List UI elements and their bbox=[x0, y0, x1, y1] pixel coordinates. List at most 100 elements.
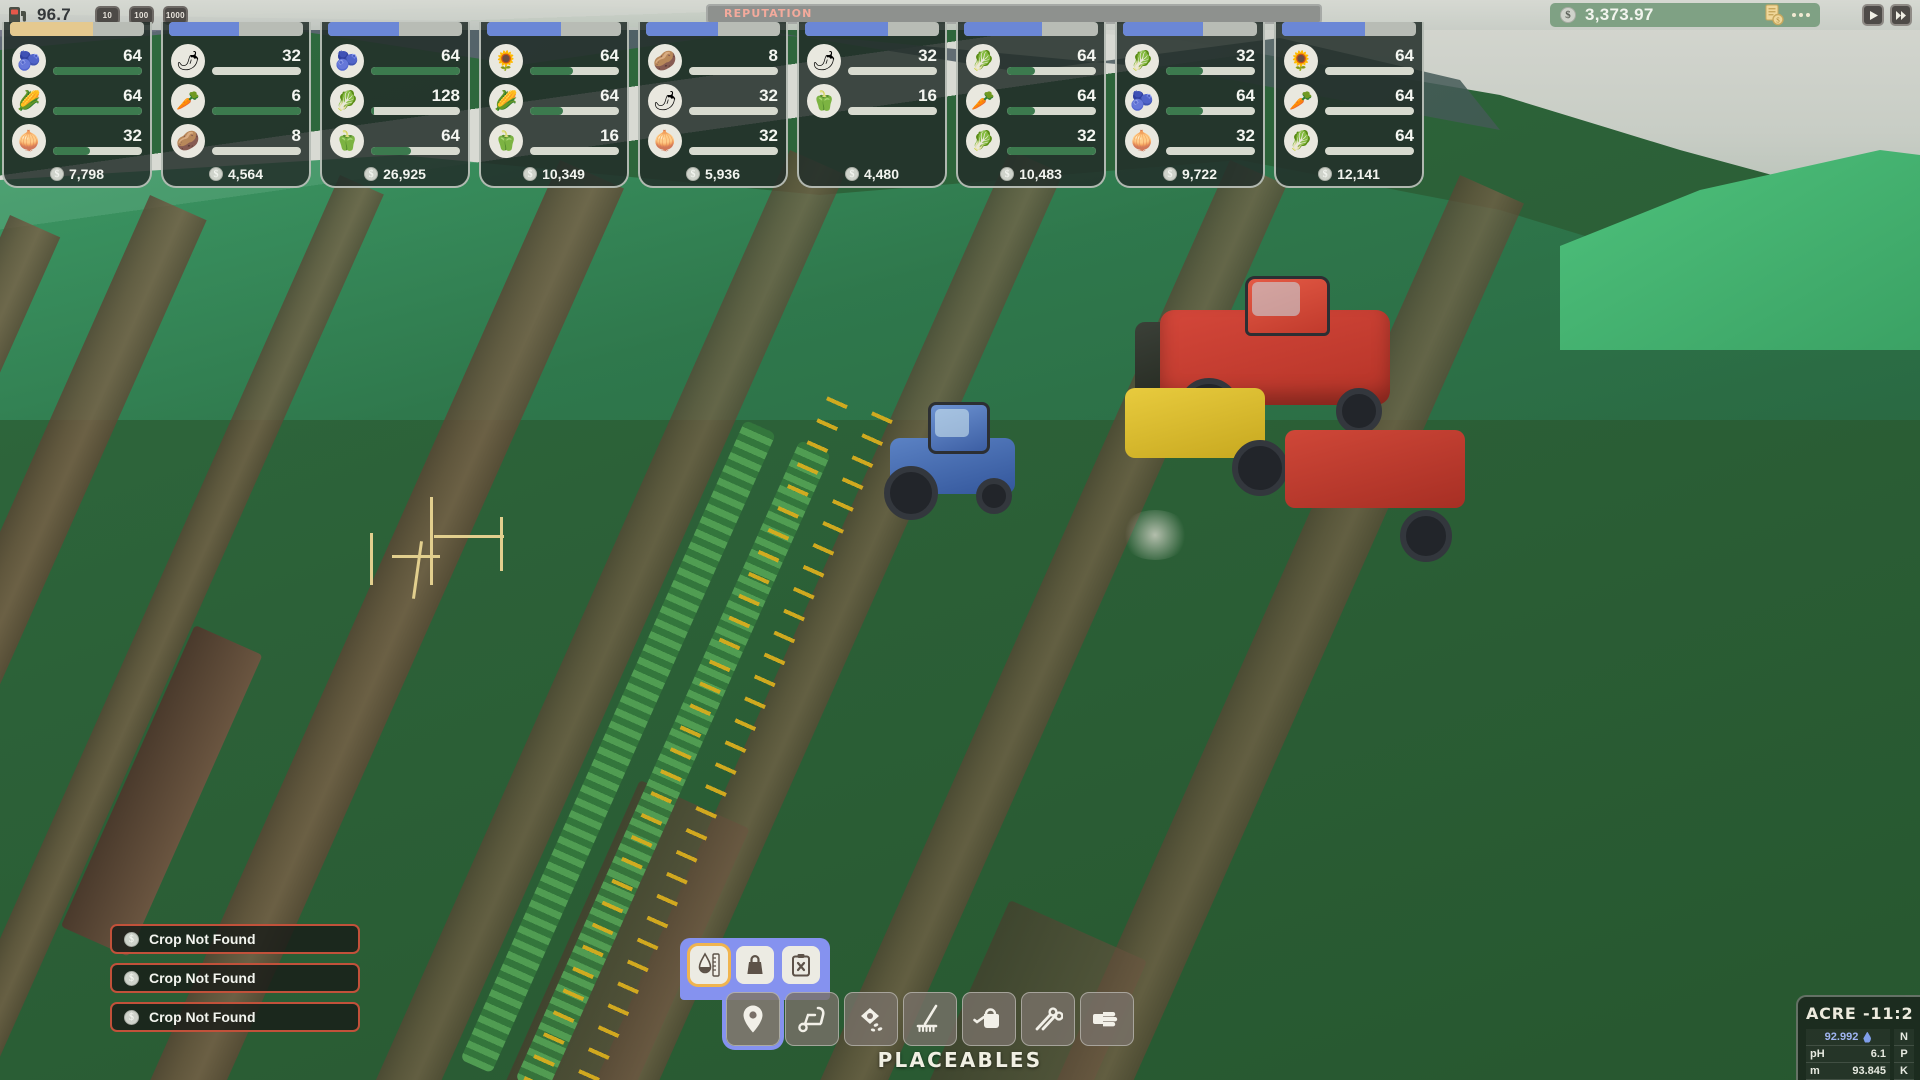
crop-row[interactable]: 🫑 16 bbox=[807, 84, 937, 118]
crop-card[interactable]: 🥬 32 🫐 64 🧅 32 $9,722 bbox=[1115, 22, 1265, 188]
coin-icon: $ bbox=[1560, 7, 1576, 23]
seed-bag-icon[interactable] bbox=[844, 992, 898, 1046]
crop-card-price: $7,798 bbox=[12, 164, 142, 182]
acre-water-cell: 92.992 bbox=[1806, 1029, 1890, 1046]
onion-icon: 🧅 bbox=[12, 124, 46, 158]
crop-card[interactable]: 🥔 8 🌶 32 🧅 32 $5,936 bbox=[638, 22, 788, 188]
crop-row[interactable]: 🥔 8 bbox=[648, 44, 778, 78]
subtool-panel bbox=[680, 938, 830, 1000]
crop-row[interactable]: 🥬 64 bbox=[1284, 124, 1414, 158]
crop-card-price-value: 10,483 bbox=[1019, 166, 1062, 182]
crop-card[interactable]: 🫐 64 🌽 64 🧅 32 $7,798 bbox=[2, 22, 152, 188]
acre-info-panel: ACRE -11:2 92.992 pH 6.1 m 93.845 N P K bbox=[1796, 995, 1920, 1080]
crop-quantity: 64 bbox=[1236, 86, 1255, 105]
acre-npk-k: K bbox=[1894, 1063, 1914, 1080]
crop-row[interactable]: 🫐 64 bbox=[1125, 84, 1255, 118]
crop-quantity: 6 bbox=[291, 86, 301, 105]
toolbar-title: PLACEABLES bbox=[877, 1048, 1043, 1072]
crop-quantity: 64 bbox=[1077, 86, 1096, 105]
notification-toast[interactable]: $ Crop Not Found bbox=[110, 1002, 360, 1032]
crop-quantity: 32 bbox=[123, 126, 142, 145]
watering-can-icon[interactable] bbox=[962, 992, 1016, 1046]
crop-row[interactable]: 🌶 32 bbox=[171, 44, 301, 78]
acre-title: ACRE -11:2 bbox=[1806, 1004, 1914, 1023]
crop-progress-bar bbox=[1007, 107, 1096, 115]
crop-row[interactable]: 🥕 6 bbox=[171, 84, 301, 118]
crop-quantity: 32 bbox=[1077, 126, 1096, 145]
coin-icon: $ bbox=[1318, 167, 1333, 181]
crop-row[interactable]: 🥕 64 bbox=[1284, 84, 1414, 118]
sunflower-icon: 🌻 bbox=[489, 44, 523, 78]
acre-npk-n: N bbox=[1894, 1029, 1914, 1046]
crop-progress-bar bbox=[212, 67, 301, 75]
crop-card-price: $12,141 bbox=[1284, 164, 1414, 182]
crop-progress-bar bbox=[1007, 147, 1096, 155]
red-pepper-icon: 🫑 bbox=[807, 84, 841, 118]
tool-button-row bbox=[726, 992, 1134, 1046]
crop-row[interactable]: 🌶 32 bbox=[807, 44, 937, 78]
crop-quantity: 32 bbox=[1236, 126, 1255, 145]
yellow-pepper-icon: 🫑 bbox=[330, 124, 364, 158]
cabbage-icon: 🥬 bbox=[966, 44, 1000, 78]
crop-card-price-value: 10,349 bbox=[542, 166, 585, 182]
crop-row[interactable]: 🌻 64 bbox=[1284, 44, 1414, 78]
notification-text: Crop Not Found bbox=[149, 1009, 256, 1025]
crop-row[interactable]: 🫐 64 bbox=[330, 44, 460, 78]
crop-row[interactable]: 🌶 32 bbox=[648, 84, 778, 118]
crop-row[interactable]: 🫑 16 bbox=[489, 124, 619, 158]
crop-row[interactable]: 🥕 64 bbox=[966, 84, 1096, 118]
acre-ph-label: pH bbox=[1810, 1048, 1825, 1060]
red-pepper-icon: 🫑 bbox=[489, 124, 523, 158]
crop-progress-bar bbox=[689, 67, 778, 75]
crop-row[interactable]: 🫐 64 bbox=[12, 44, 142, 78]
beet-icon: 🫐 bbox=[12, 44, 46, 78]
crop-card[interactable]: 🌻 64 🌽 64 🫑 16 $10,349 bbox=[479, 22, 629, 188]
crop-row[interactable]: 🥔 8 bbox=[171, 124, 301, 158]
crop-row[interactable]: 🌻 64 bbox=[489, 44, 619, 78]
bag-icon[interactable] bbox=[736, 946, 774, 984]
pruning-shears-icon[interactable] bbox=[1021, 992, 1075, 1046]
crop-card-price-value: 4,480 bbox=[863, 166, 900, 182]
crop-card-price-value: 4,564 bbox=[227, 166, 264, 182]
crop-row[interactable]: 🥬 32 bbox=[1125, 44, 1255, 78]
crop-card[interactable]: 🌶 32 🥕 6 🥔 8 $4,564 bbox=[161, 22, 311, 188]
crop-row[interactable]: 🌽 64 bbox=[489, 84, 619, 118]
crop-card[interactable]: 🌻 64 🥕 64 🥬 64 $12,141 bbox=[1274, 22, 1424, 188]
plow-icon[interactable] bbox=[785, 992, 839, 1046]
crop-row[interactable]: 🥬 32 bbox=[966, 124, 1096, 158]
crop-row[interactable]: 🥬 64 bbox=[966, 44, 1096, 78]
crop-card[interactable]: 🌶 32 🫑 16 $4,480 bbox=[797, 22, 947, 188]
rake-icon[interactable] bbox=[903, 992, 957, 1046]
soil-sample-icon[interactable] bbox=[690, 946, 728, 984]
money-display[interactable]: $ 3,373.97 $ bbox=[1550, 3, 1820, 27]
play-icon[interactable] bbox=[1862, 4, 1884, 26]
potato-icon: 🥔 bbox=[171, 124, 205, 158]
crop-row[interactable]: 🫑 64 bbox=[330, 124, 460, 158]
crop-card-price: $26,925 bbox=[330, 164, 460, 182]
crop-card[interactable]: 🫐 64 🥬 128 🫑 64 $26,925 bbox=[320, 22, 470, 188]
crop-row[interactable]: 🧅 32 bbox=[1125, 124, 1255, 158]
chili-pepper-icon: 🌶 bbox=[648, 84, 682, 118]
time-control-group[interactable] bbox=[1862, 4, 1912, 26]
crop-card-price: $10,483 bbox=[966, 164, 1096, 182]
cabbage-icon: 🥬 bbox=[1284, 124, 1318, 158]
crop-row[interactable]: 🥬 128 bbox=[330, 84, 460, 118]
crop-row[interactable]: 🌽 64 bbox=[12, 84, 142, 118]
delete-clipboard-icon[interactable] bbox=[782, 946, 820, 984]
map-pin-icon[interactable] bbox=[726, 992, 780, 1046]
crop-row[interactable]: 🧅 32 bbox=[648, 124, 778, 158]
notification-toast[interactable]: $ Crop Not Found bbox=[110, 963, 360, 993]
crop-progress-bar bbox=[848, 107, 937, 115]
acre-ph-value: 6.1 bbox=[1870, 1048, 1886, 1060]
crop-card[interactable]: 🥬 64 🥕 64 🥬 32 $10,483 bbox=[956, 22, 1106, 188]
acre-m-cell: m 93.845 bbox=[1806, 1063, 1890, 1080]
glove-icon[interactable] bbox=[1080, 992, 1134, 1046]
coin-icon: $ bbox=[124, 1009, 139, 1025]
coin-icon: $ bbox=[49, 167, 64, 181]
more-dots-icon[interactable] bbox=[1792, 13, 1810, 17]
ledger-money-icon[interactable]: $ bbox=[1763, 4, 1784, 26]
crop-card-price: $10,349 bbox=[489, 164, 619, 182]
crop-row[interactable]: 🧅 32 bbox=[12, 124, 142, 158]
fast-forward-icon[interactable] bbox=[1890, 4, 1912, 26]
notification-toast[interactable]: $ Crop Not Found bbox=[110, 924, 360, 954]
